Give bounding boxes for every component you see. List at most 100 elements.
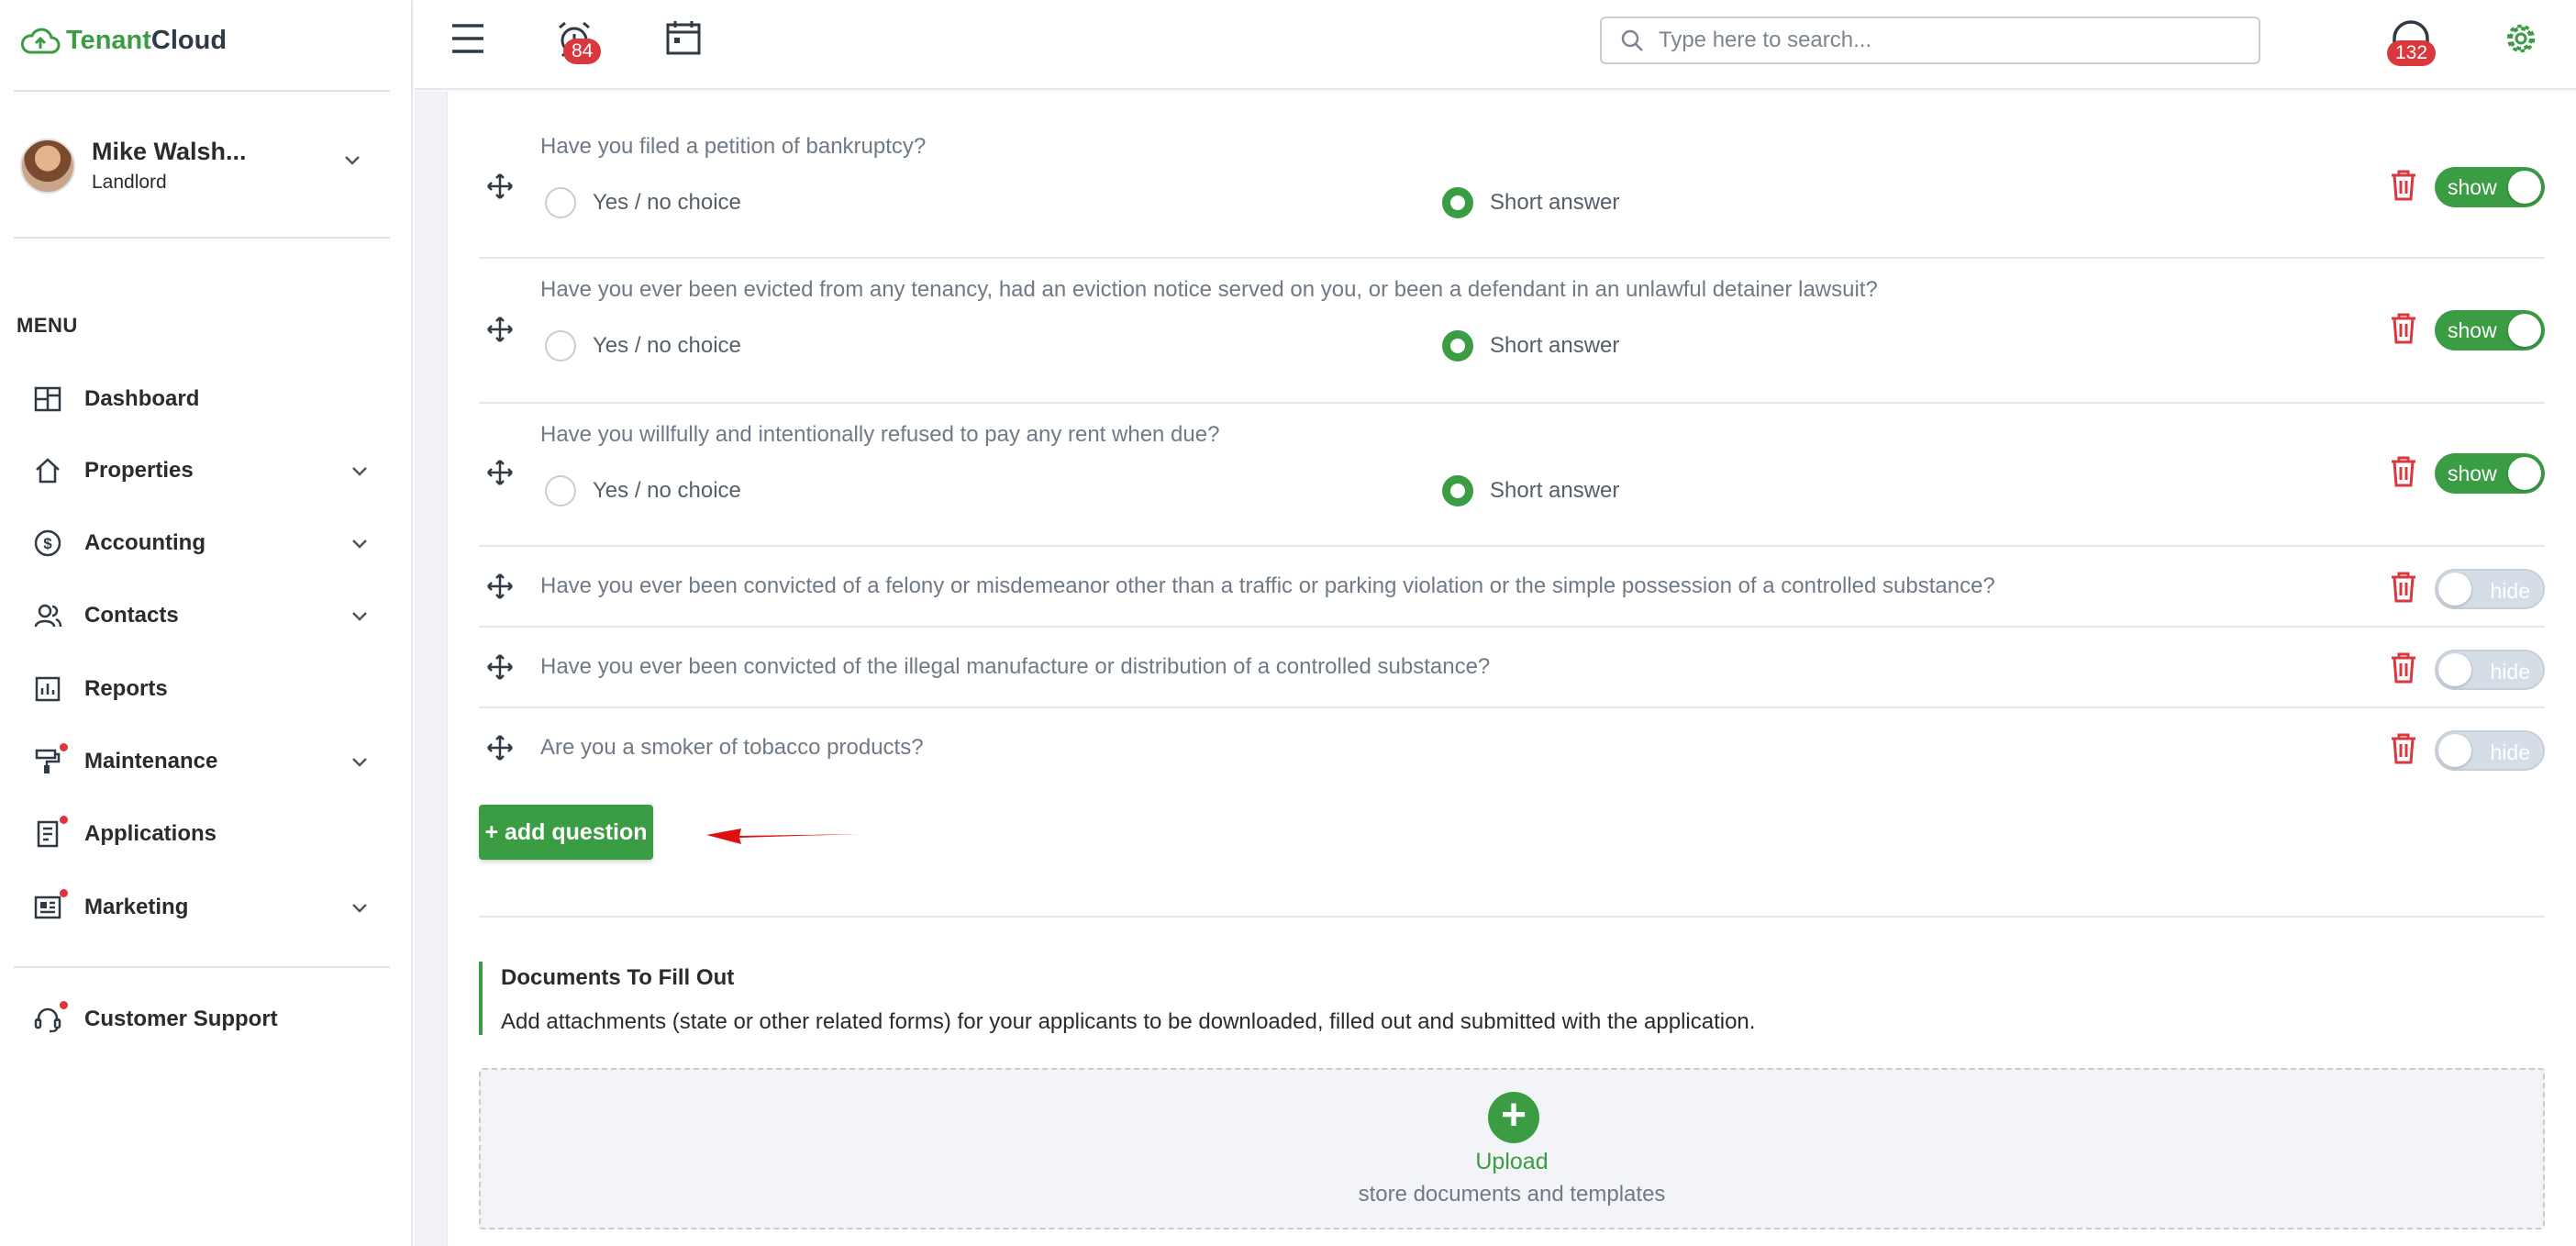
- question-text: Are you a smoker of tobacco products?: [540, 735, 924, 760]
- sidebar-item-maintenance[interactable]: Maintenance: [31, 743, 371, 780]
- radio-button-selected[interactable]: [1442, 475, 1473, 506]
- radio-button-selected[interactable]: [1442, 330, 1473, 362]
- reports-icon: [31, 673, 64, 706]
- search-bar[interactable]: [1600, 17, 2260, 64]
- sidebar-item-marketing[interactable]: Marketing: [31, 889, 371, 926]
- hamburger-menu-icon[interactable]: [450, 22, 486, 55]
- upload-label[interactable]: Upload: [481, 1149, 2543, 1175]
- upload-sublabel: store documents and templates: [1358, 1182, 1666, 1207]
- alarm-button[interactable]: 84: [554, 18, 602, 64]
- visibility-toggle[interactable]: hide: [2435, 650, 2545, 690]
- toggle-label: hide: [2490, 740, 2530, 764]
- option-label: Short answer: [1490, 333, 1620, 358]
- paint-roller-icon: [31, 743, 68, 778]
- gear-icon[interactable]: [2503, 20, 2539, 57]
- contacts-icon: [31, 599, 64, 632]
- drag-handle-icon[interactable]: [486, 172, 514, 200]
- top-bar: 84 132: [415, 0, 2576, 90]
- trash-icon[interactable]: [2389, 571, 2418, 604]
- radio-button[interactable]: [545, 187, 576, 218]
- question-text: Have you willfully and intentionally ref…: [540, 422, 1220, 447]
- question-row: Have you ever been convicted of a felony…: [479, 549, 2545, 628]
- notification-dot: [60, 816, 68, 824]
- user-name: Mike Walsh...: [92, 138, 247, 165]
- upload-dropzone[interactable]: + Upload store documents and templates: [479, 1068, 2545, 1229]
- question-text: Have you ever been convicted of the ille…: [540, 654, 1491, 679]
- chevron-down-icon: [352, 904, 367, 913]
- trash-icon[interactable]: [2389, 169, 2418, 202]
- content-gutter: [415, 92, 448, 1246]
- visibility-toggle[interactable]: hide: [2435, 569, 2545, 609]
- user-profile[interactable]: Mike Walsh... Landlord: [20, 138, 247, 194]
- trash-icon[interactable]: [2389, 651, 2418, 684]
- sidebar-item-accounting[interactable]: $ Accounting: [31, 525, 371, 562]
- chevron-down-icon: [352, 758, 367, 767]
- radio-button-selected[interactable]: [1442, 187, 1473, 218]
- radio-button[interactable]: [545, 330, 576, 362]
- sidebar-item-reports[interactable]: Reports: [31, 671, 371, 707]
- search-input[interactable]: [1659, 28, 2227, 53]
- option-label: Short answer: [1490, 190, 1620, 215]
- toggle-knob: [2508, 314, 2541, 347]
- sidebar-item-dashboard[interactable]: Dashboard: [31, 381, 371, 417]
- visibility-toggle[interactable]: show: [2435, 167, 2545, 207]
- visibility-toggle[interactable]: show: [2435, 310, 2545, 350]
- logo-text-cloud: Cloud: [150, 26, 228, 55]
- question-text: Have you ever been convicted of a felony…: [540, 573, 1995, 598]
- option-yes-no[interactable]: Yes / no choice: [545, 330, 741, 362]
- alarm-badge: 84: [563, 39, 602, 64]
- section-divider: [479, 916, 2545, 918]
- support-button[interactable]: 132: [2387, 18, 2437, 66]
- radio-button[interactable]: [545, 475, 576, 506]
- sidebar-item-customer-support[interactable]: Customer Support: [31, 1001, 371, 1038]
- document-icon: [31, 816, 68, 851]
- option-yes-no[interactable]: Yes / no choice: [545, 475, 741, 506]
- headset-icon: [31, 1001, 68, 1036]
- option-short-answer[interactable]: Short answer: [1442, 330, 1619, 362]
- notification-dot: [60, 743, 68, 751]
- notification-dot: [60, 889, 68, 897]
- avatar: [20, 138, 75, 194]
- chevron-down-icon: [352, 540, 367, 549]
- notification-dot: [60, 1001, 68, 1009]
- dashboard-icon: [31, 383, 64, 416]
- sidebar-item-applications[interactable]: Applications: [31, 816, 371, 852]
- drag-handle-icon[interactable]: [486, 653, 514, 681]
- option-short-answer[interactable]: Short answer: [1442, 187, 1619, 218]
- trash-icon[interactable]: [2389, 732, 2418, 765]
- divider: [14, 966, 390, 968]
- chevron-down-icon[interactable]: [339, 147, 365, 172]
- drag-handle-icon[interactable]: [486, 316, 514, 343]
- question-text: Have you ever been evicted from any tena…: [540, 277, 1878, 302]
- toggle-knob: [2508, 171, 2541, 204]
- drag-handle-icon[interactable]: [486, 573, 514, 600]
- plus-icon[interactable]: +: [1488, 1092, 1539, 1143]
- option-yes-no[interactable]: Yes / no choice: [545, 187, 741, 218]
- calendar-icon[interactable]: [664, 18, 703, 57]
- visibility-toggle[interactable]: show: [2435, 453, 2545, 494]
- visibility-toggle[interactable]: hide: [2435, 730, 2545, 771]
- drag-handle-icon[interactable]: [486, 459, 514, 486]
- drag-handle-icon[interactable]: [486, 734, 514, 762]
- documents-title: Documents To Fill Out: [501, 965, 735, 990]
- sidebar-item-label: Dashboard: [84, 386, 200, 411]
- red-arrow-annotation: [706, 829, 859, 844]
- question-row: Have you willfully and intentionally ref…: [479, 406, 2545, 547]
- menu-title: MENU: [17, 314, 78, 337]
- sidebar-item-label: Marketing: [84, 895, 189, 919]
- toggle-label: show: [2448, 175, 2497, 199]
- logo[interactable]: TenantCloud: [20, 26, 227, 56]
- sidebar-item-contacts[interactable]: Contacts: [31, 597, 371, 634]
- option-label: Yes / no choice: [593, 190, 741, 215]
- trash-icon[interactable]: [2389, 312, 2418, 345]
- toggle-label: hide: [2490, 660, 2530, 684]
- sidebar-item-label: Contacts: [84, 603, 179, 628]
- question-row: Have you ever been evicted from any tena…: [479, 261, 2545, 404]
- add-question-button[interactable]: + add question: [479, 805, 653, 860]
- sidebar-item-properties[interactable]: Properties: [31, 452, 371, 489]
- sidebar-item-label: Maintenance: [84, 749, 218, 773]
- option-short-answer[interactable]: Short answer: [1442, 475, 1619, 506]
- sidebar: TenantCloud Mike Walsh... Landlord MENU …: [0, 0, 413, 1246]
- toggle-label: show: [2448, 318, 2497, 342]
- trash-icon[interactable]: [2389, 455, 2418, 488]
